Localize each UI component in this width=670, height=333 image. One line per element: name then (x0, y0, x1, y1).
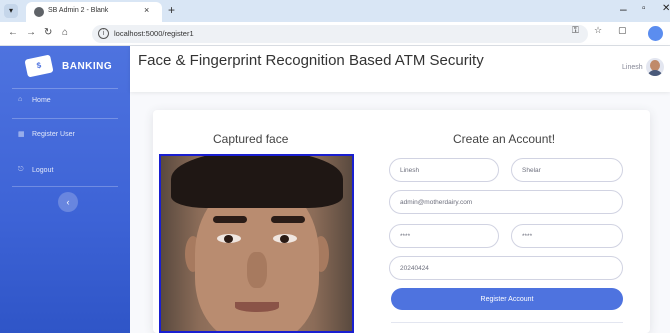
face-eye-left (217, 234, 241, 243)
register-account-button[interactable]: Register Account (391, 288, 623, 310)
forward-arrow-icon[interactable]: → (26, 27, 36, 38)
captured-face-image (159, 154, 354, 333)
window-restore-button[interactable]: ▫ (642, 3, 646, 14)
extensions-icon[interactable]: ▢ (618, 25, 627, 36)
dob-input[interactable] (389, 256, 623, 280)
face-brow-right (271, 216, 305, 223)
browser-addressbar: ← → ↻ ⌂ i localhost:5000/register1 ⚿ ☆ ▢ (0, 22, 670, 46)
form-title: Create an Account! (453, 132, 556, 146)
new-tab-button[interactable]: + (168, 3, 175, 17)
last-name-input[interactable] (511, 158, 623, 182)
table-icon: ▦ (18, 131, 25, 138)
sidebar-toggle-button[interactable]: ‹ (58, 192, 78, 212)
avatar[interactable] (646, 58, 664, 76)
logout-icon: ⎋ (18, 166, 24, 173)
browser-tab[interactable]: SB Admin 2 - Blank × (26, 2, 162, 22)
face-pupil (280, 235, 289, 243)
captured-face-title: Captured face (213, 132, 289, 146)
url-field[interactable]: i localhost:5000/register1 (92, 25, 588, 43)
password-input[interactable] (389, 224, 499, 248)
avatar-body (647, 70, 663, 76)
page-title: Face & Fingerprint Recognition Based ATM… (138, 52, 484, 69)
sidebar-item-register-user[interactable]: ▦ Register User (0, 124, 130, 148)
brand-name: BANKING (62, 61, 113, 72)
url-text: localhost:5000/register1 (114, 29, 194, 38)
register-card: Captured face Create an Account! Registe… (153, 110, 650, 333)
sidebar-divider (12, 88, 118, 89)
password-key-icon[interactable]: ⚿ (572, 25, 579, 36)
browser-tabbar: ▾ SB Admin 2 - Blank × + – ▫ ✕ (0, 0, 670, 22)
profile-avatar-icon[interactable] (648, 26, 663, 41)
tab-favicon-icon (34, 7, 44, 17)
sidebar-divider (12, 118, 118, 119)
sidebar-divider (12, 186, 118, 187)
money-logo-icon: $ (24, 54, 54, 78)
sidebar-item-label: Register User (32, 131, 75, 138)
site-info-icon[interactable]: i (98, 28, 109, 39)
home-icon[interactable]: ⌂ (62, 27, 68, 38)
user-name[interactable]: Linesh (622, 64, 643, 71)
window-minimize-button[interactable]: – (620, 2, 627, 16)
tab-search-chevron-icon[interactable]: ▾ (4, 4, 18, 18)
reload-icon[interactable]: ↻ (44, 27, 52, 38)
face-mouth (235, 302, 279, 312)
email-input[interactable] (389, 190, 623, 214)
sidebar-brand[interactable]: $ BANKING (0, 46, 130, 88)
tab-close-icon[interactable]: × (144, 5, 149, 15)
sidebar-item-label: Logout (32, 167, 54, 174)
home-icon: ⌂ (18, 96, 23, 103)
back-arrow-icon[interactable]: ← (8, 27, 18, 38)
face-eye-right (273, 234, 297, 243)
sidebar: $ BANKING ⌂ Home ▦ Register User ⎋ Logou… (0, 46, 130, 333)
bookmark-star-icon[interactable]: ☆ (594, 25, 602, 36)
topbar: Face & Fingerprint Recognition Based ATM… (130, 46, 670, 92)
sidebar-item-home[interactable]: ⌂ Home (0, 90, 130, 114)
first-name-input[interactable] (389, 158, 499, 182)
card-divider (391, 322, 623, 323)
face-brow-left (213, 216, 247, 223)
tab-title: SB Admin 2 - Blank (48, 7, 109, 14)
sidebar-item-label: Home (32, 97, 51, 104)
window-close-button[interactable]: ✕ (662, 3, 670, 14)
sidebar-item-logout[interactable]: ⎋ Logout (0, 160, 130, 184)
face-nose (247, 252, 267, 288)
face-hair (171, 156, 343, 208)
face-pupil (224, 235, 233, 243)
repeat-password-input[interactable] (511, 224, 623, 248)
